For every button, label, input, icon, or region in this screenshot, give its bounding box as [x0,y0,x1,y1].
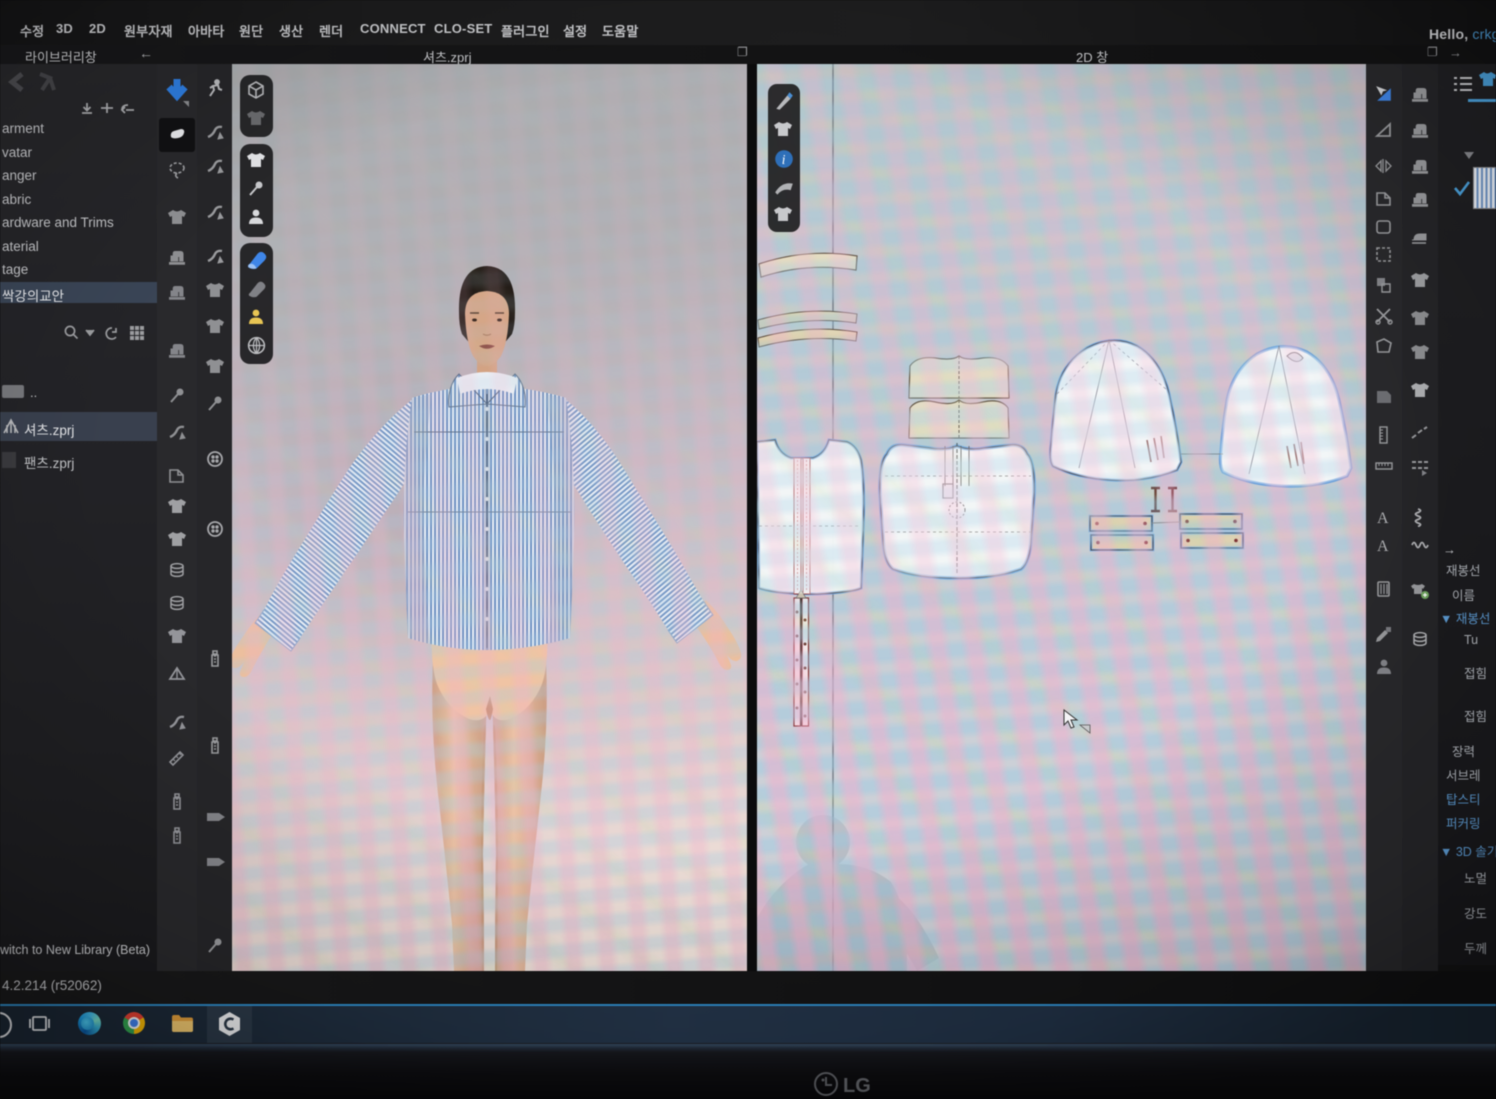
svg-text:i: i [782,152,786,167]
svg-text:LG: LG [843,1075,871,1097]
